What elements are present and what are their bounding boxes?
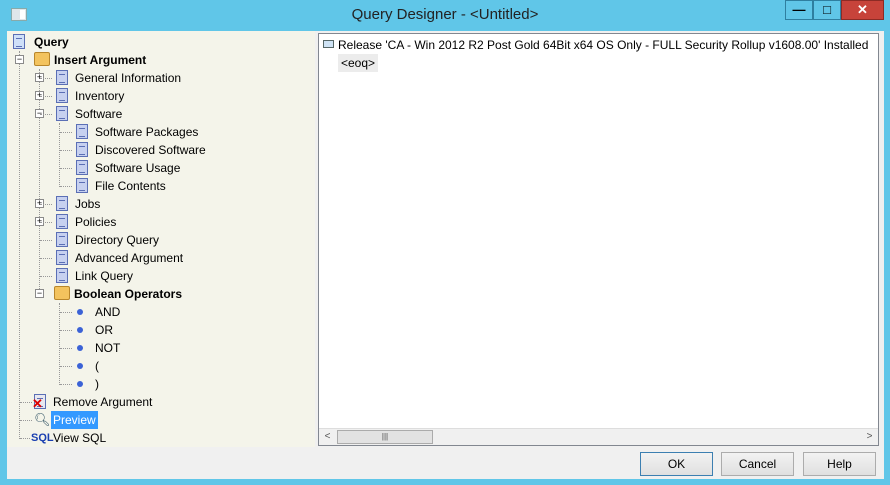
tree-item-label: Software Packages <box>95 125 199 139</box>
document-icon <box>56 250 68 265</box>
document-icon <box>76 142 88 157</box>
folder-icon <box>34 52 50 66</box>
collapse-icon[interactable]: − <box>15 55 24 64</box>
end-of-query: <eoq> <box>338 54 379 72</box>
tree-item-insert-argument[interactable]: − Insert Argument <box>11 51 171 69</box>
tree-item-label: Inventory <box>75 89 125 103</box>
dialog-body: Query − Insert Argument + General Informa… <box>7 31 884 479</box>
bullet-icon <box>77 381 83 387</box>
tree-item[interactable]: + General Information <box>11 69 231 87</box>
tree-item[interactable]: File Contents <box>11 177 231 195</box>
scroll-right-arrow[interactable]: > <box>861 429 878 445</box>
tree-item[interactable]: + Inventory <box>11 87 231 105</box>
argument-icon <box>323 40 334 48</box>
document-icon <box>56 70 68 85</box>
tree-item-operator[interactable]: OR <box>11 321 131 339</box>
tree-item-preview[interactable]: 🔍︎ Preview <box>11 411 111 429</box>
tree-item-label: Query <box>34 35 69 49</box>
tree-item[interactable]: Advanced Argument <box>11 249 231 267</box>
tree-item-label: Insert Argument <box>54 53 147 67</box>
tree-item-boolean-operators[interactable]: − Boolean Operators <box>11 285 191 303</box>
tree-item-label: Software <box>75 107 123 121</box>
tree-item-operator[interactable]: ) <box>11 375 131 393</box>
tree-item[interactable]: − Software <box>11 105 231 123</box>
tree-item[interactable]: + Jobs <box>11 195 231 213</box>
tree-item-label: ( <box>95 359 99 373</box>
tree-item-label: File Contents <box>95 179 166 193</box>
query-line[interactable]: Release 'CA - Win 2012 R2 Post Gold 64Bi… <box>323 38 868 52</box>
tree-item-operator[interactable]: ( <box>11 357 131 375</box>
tree-item[interactable]: Directory Query <box>11 231 231 249</box>
tree-item-label: AND <box>95 305 121 319</box>
maximize-button[interactable]: □ <box>813 0 841 20</box>
tree-item-operator[interactable]: AND <box>11 303 131 321</box>
tree-item-label: Directory Query <box>75 233 160 247</box>
window-title: Query Designer - <Untitled> <box>351 6 539 23</box>
tree-item-label: Software Usage <box>95 161 181 175</box>
tree-item-label: Link Query <box>75 269 134 283</box>
horizontal-scrollbar[interactable]: < ||| > <box>319 428 878 445</box>
document-icon <box>56 106 68 121</box>
query-icon <box>13 34 25 49</box>
document-icon <box>76 124 88 139</box>
tree-item-label: OR <box>95 323 113 337</box>
tree-item-label: Boolean Operators <box>74 287 183 301</box>
tree-item-label: Advanced Argument <box>75 251 184 265</box>
tree-item[interactable]: Software Packages <box>11 123 231 141</box>
tree-item-label: View SQL <box>53 431 107 445</box>
document-icon <box>76 178 88 193</box>
document-icon <box>76 160 88 175</box>
bullet-icon <box>77 345 83 351</box>
document-icon <box>56 88 68 103</box>
tree-item-operator[interactable]: NOT <box>11 339 131 357</box>
tree-item-label: Policies <box>75 215 117 229</box>
scroll-left-arrow[interactable]: < <box>319 429 336 445</box>
help-button[interactable]: Help <box>803 452 876 476</box>
tree-item-label: Discovered Software <box>95 143 206 157</box>
document-icon <box>56 268 68 283</box>
tree-item[interactable]: Discovered Software <box>11 141 231 159</box>
cancel-button[interactable]: Cancel <box>721 452 794 476</box>
tree-item-view-sql[interactable]: SQL View SQL <box>11 429 111 447</box>
tree-item-label: ) <box>95 377 99 391</box>
query-line-text: Release 'CA - Win 2012 R2 Post Gold 64Bi… <box>338 38 869 52</box>
bullet-icon <box>77 363 83 369</box>
tree-item-label: General Information <box>75 71 182 85</box>
tree-item-label: NOT <box>95 341 121 355</box>
bullet-icon <box>77 327 83 333</box>
minimize-button[interactable]: — <box>785 0 813 20</box>
tree-item-query[interactable]: Query <box>11 33 131 51</box>
folder-icon <box>54 286 70 300</box>
tree-item-label: Jobs <box>75 197 101 211</box>
magnifier-icon: 🔍︎ <box>34 412 51 427</box>
close-button[interactable]: ✕ <box>841 0 884 20</box>
document-icon <box>56 214 68 229</box>
collapse-icon[interactable]: − <box>35 289 44 298</box>
scroll-thumb[interactable]: ||| <box>337 430 433 444</box>
document-icon <box>56 232 68 247</box>
query-preview-pane[interactable]: Release 'CA - Win 2012 R2 Post Gold 64Bi… <box>318 33 879 446</box>
tree-item-label: Remove Argument <box>53 395 153 409</box>
tree-item[interactable]: Software Usage <box>11 159 231 177</box>
bullet-icon <box>77 309 83 315</box>
tree-item-remove-argument[interactable]: ✕ Remove Argument <box>11 393 171 411</box>
tree-item[interactable]: Link Query <box>11 267 231 285</box>
ok-button[interactable]: OK <box>640 452 713 476</box>
tree-item-label: Preview <box>51 411 98 429</box>
document-icon <box>56 196 68 211</box>
tree-item[interactable]: + Policies <box>11 213 231 231</box>
title-bar: Query Designer - <Untitled> — □ ✕ <box>0 0 890 31</box>
query-tree[interactable]: Query − Insert Argument + General Informa… <box>7 31 315 447</box>
